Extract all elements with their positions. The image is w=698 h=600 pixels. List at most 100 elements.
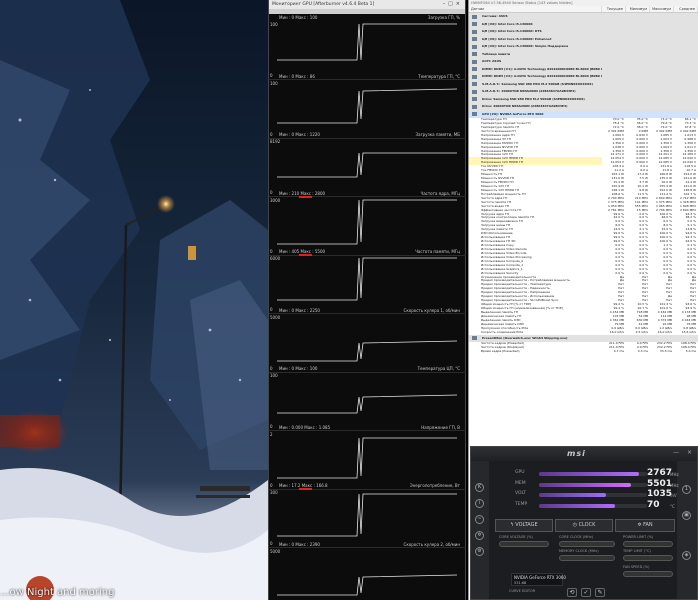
info-icon[interactable]: i — [475, 499, 484, 508]
sensor-group-row[interactable]: Таблица памяти — [469, 50, 698, 58]
sensor-table-header: Датчик Текущее Минимум Максимум Среднее — [469, 6, 698, 13]
graph-panel[interactable]: Мин : 0 Макс : 100 Загрузка ГП, % 100 0 — [269, 14, 466, 80]
stat-unit: mV — [670, 493, 677, 498]
monitoring-graph-window[interactable]: Мониторинг GPU [Afterburner v4.6.4 Beta … — [268, 0, 466, 600]
stat-value: 2767 — [647, 468, 673, 478]
core-voltage-slider[interactable] — [499, 541, 549, 547]
stat-value: 70 — [647, 499, 660, 510]
stat-bar-fill — [539, 503, 615, 508]
monitor-icon[interactable]: ~ — [475, 515, 484, 524]
sensor-group-row[interactable]: DIMM: DDR5 [#1]: A-DATA Technology 82010… — [469, 65, 698, 74]
sensor-name: ЦП [#0]: Intel Core i5-13600K: DTS — [469, 28, 602, 36]
graph-panel[interactable]: Мин : 210 Макс : 2800 Частота ядра, МГц 30… — [269, 190, 466, 256]
fan-icon[interactable]: ✲ — [475, 531, 484, 540]
header-max[interactable]: Максимум — [650, 6, 674, 12]
sensor-group-row[interactable]: ЦП [#0]: Intel Core i5-13600K — [469, 20, 698, 29]
sensor-value: 4.3 ms — [637, 349, 648, 353]
sensor-name: ЦП [#0]: Intel Core i5-13600K — [469, 21, 602, 29]
afterburner-window[interactable]: msi — × K i ~ ✲ ⚙ 1 ▣ ◈ GPU 2767 MHz MEM 550… — [470, 446, 698, 600]
sensor-name: ACPI: ASUS — [469, 58, 602, 66]
driver-version: 531.68 — [514, 581, 527, 585]
reset-button[interactable]: ⟲ — [567, 588, 577, 597]
sensor-group-row[interactable]: GPU [#0]: NVIDIA GeForce RTX 3060 — [469, 110, 698, 119]
graph-panel[interactable]: Мин : 0 Макс : 100 Температура ЦП, °С 100 0 — [269, 365, 466, 431]
graph-panel[interactable]: Мин : 405 Макс : 5500 Частота памяти, МГц… — [269, 248, 466, 314]
kombustor-icon[interactable]: K — [475, 483, 484, 492]
header-current[interactable]: Текущее — [602, 6, 626, 12]
graph-line — [277, 23, 457, 61]
fan-speed-slider[interactable] — [623, 571, 673, 577]
lock-icon[interactable]: ▣ — [682, 511, 691, 520]
core-voltage-label: CORE VOLTAGE (%) — [499, 535, 533, 539]
stat-bar — [539, 472, 647, 476]
sensor-group-row[interactable]: PresentMon [Overwatch.exe: Win64 Shippin… — [469, 334, 698, 343]
graph-line — [277, 394, 458, 414]
stat-bar — [539, 503, 647, 508]
stat-label: MEM — [515, 480, 526, 486]
graph-line — [277, 340, 458, 361]
graph-line — [277, 199, 457, 244]
window-controls-icon[interactable]: –□× — [443, 1, 463, 7]
sensor-value: 2.5 GT/s — [635, 330, 648, 334]
sensor-group-row[interactable]: Drive: 2000XTOR NRSS200N (22864847AA9B33… — [469, 103, 698, 111]
settings-icon[interactable]: ⚙ — [475, 547, 484, 556]
sensor-group-row[interactable]: ACPI: ASUS — [469, 58, 698, 66]
graph-panel[interactable]: Мин : 0 Макс : 2250 Скорость кулера 1, об… — [269, 307, 466, 373]
stat-unit: MHz — [670, 472, 679, 477]
temp-limit-slider[interactable] — [623, 555, 673, 561]
sensor-name: Drive: 2000XTOR NRSS200N (22864847AA9B33… — [469, 103, 602, 111]
graph-line — [277, 152, 457, 178]
sensor-group-row[interactable]: Drive: Samsung SSD 980 PRO M.2 500GB (S4… — [469, 95, 698, 104]
tab-fan[interactable]: ✲ FAN — [615, 519, 675, 532]
gpu-name: NVIDIA GeForce RTX 3060 — [514, 575, 566, 580]
stat-mem: MEM 5501 MHz — [495, 479, 679, 490]
graph-panel[interactable]: Мин : 0 Макс : 86 Температура ГП, °С 100 0 — [269, 73, 466, 139]
sensor-name: GPU [#0]: NVIDIA GeForce RTX 3060 — [469, 111, 602, 119]
tab-clock[interactable]: ◷ CLOCK — [555, 519, 613, 532]
sensor-group-row[interactable]: S.M.A.R.T.: Samsung SSD 980 PRO M.2 500G… — [469, 80, 698, 89]
sensor-group-row[interactable]: Система: ASUS — [469, 13, 698, 21]
wallpaper-caption: ...ow Night and moring — [0, 587, 115, 598]
stat-unit: MHz — [670, 482, 679, 488]
sensor-name: DIMM: DDR5 [#1]: A-DATA Technology 82010… — [469, 66, 602, 74]
graph-panel[interactable]: Мин : 0.000 Макс : 1.085 Напряжение ГП, В… — [269, 424, 466, 490]
header-avg[interactable]: Среднее — [674, 6, 698, 12]
graph-panel[interactable]: Мин : 0 Макс : 1220 Загрузка памяти, МБ 81… — [269, 131, 466, 197]
sensor-group-row[interactable]: S.M.A.R.T.: 2000XTOR NRSS200N (22864847A… — [469, 88, 698, 96]
graph-line — [277, 88, 458, 123]
graph-panel[interactable]: Мин : 0 Макс : 2390 Скорость кулера 2, об… — [269, 541, 466, 600]
graph-scale-max: 2 — [270, 431, 273, 437]
sensor-group-row[interactable]: ЦП [#0]: Intel Core i5-13600K: Enhanced — [469, 35, 698, 43]
sensor-row[interactable]: Время кадра (Presented) 4.7 ms 4.3 ms 33.3 … — [469, 350, 698, 354]
sensor-group-row[interactable]: ЦП [#0]: Intel Core i5-13600K: Simple По… — [469, 43, 698, 51]
stat-label: TEMP — [515, 501, 528, 507]
sensor-name: ЦП [#0]: Intel Core i5-13600K: Simple По… — [469, 43, 602, 51]
sensor-name: S.M.A.R.T.: Samsung SSD 980 PRO M.2 500G… — [469, 81, 602, 89]
memory-clock-label: MEMORY CLOCK (MHz) — [559, 549, 599, 553]
sensor-group-row[interactable]: DIMM: DDR5 [#2]: A-DATA Technology 82010… — [469, 73, 698, 81]
graph-window-titlebar[interactable]: Мониторинг GPU [Afterburner v4.6.4 Beta … — [269, 0, 465, 9]
startup-icon[interactable]: ◈ — [682, 551, 691, 560]
sensor-value: 33.3 ms — [659, 349, 672, 353]
edit-button[interactable]: ✎ — [595, 588, 605, 597]
power-limit-label: POWER LIMIT (%) — [623, 535, 654, 539]
power-limit-slider[interactable] — [623, 541, 673, 547]
apply-button[interactable]: ✓ — [581, 588, 591, 597]
header-sensor[interactable]: Датчик — [469, 6, 602, 12]
stat-unit: °C — [670, 503, 675, 509]
sensor-group-row[interactable]: ЦП [#0]: Intel Core i5-13600K: DTS — [469, 28, 698, 36]
memory-clock-slider[interactable] — [559, 555, 615, 561]
afterburner-window-controls[interactable]: — × — [673, 449, 695, 456]
stat-bar — [539, 482, 647, 487]
graph-panel[interactable]: Мин : 17.2 Макс : 166.8 Энергопотребление… — [269, 482, 466, 548]
afterburner-titlebar[interactable]: msi — × — [471, 447, 697, 461]
tab-voltage[interactable]: ϟ VOLTAGE — [495, 519, 553, 532]
sensor-name: Drive: Samsung SSD 980 PRO M.2 500GB (S4… — [469, 96, 602, 104]
core-clock-label: CORE CLOCK (MHz) — [559, 535, 594, 539]
core-clock-slider[interactable] — [559, 541, 615, 547]
header-min[interactable]: Минимум — [626, 6, 650, 12]
curve-editor-button[interactable]: CURVE EDITOR — [509, 589, 535, 593]
temp-limit-label: TEMP LIMIT (°C) — [623, 549, 651, 553]
sensor-name: S.M.A.R.T.: 2000XTOR NRSS200N (22864847A… — [469, 88, 602, 96]
profile-icon[interactable]: 1 — [682, 485, 691, 494]
